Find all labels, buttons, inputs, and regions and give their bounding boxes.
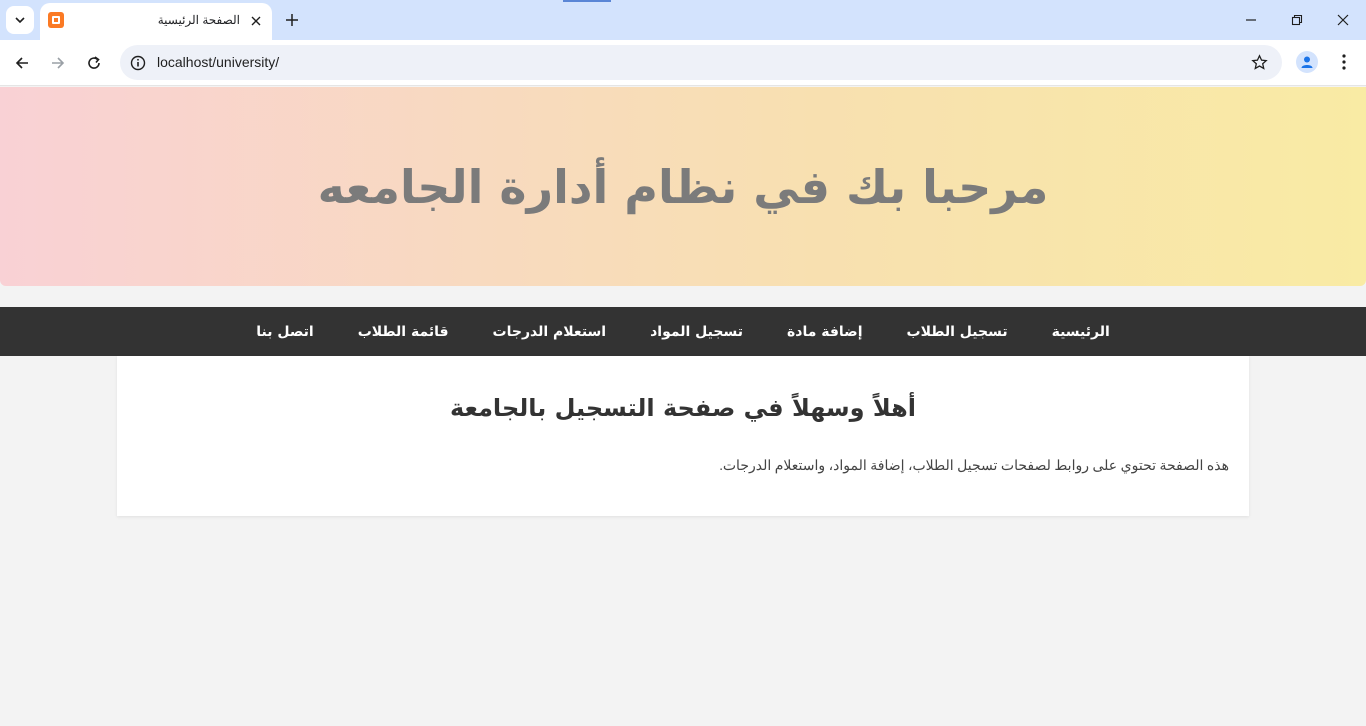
bookmark-star-icon[interactable] xyxy=(1251,54,1268,71)
url-text[interactable]: localhost/university/ xyxy=(157,54,279,70)
main-nav: الرئيسية تسجيل الطلاب إضافة مادة تسجيل ا… xyxy=(0,307,1366,356)
new-tab-button[interactable] xyxy=(280,8,304,32)
welcome-text: هذه الصفحة تحتوي على روابط لصفحات تسجيل … xyxy=(719,459,1229,474)
reload-button[interactable] xyxy=(82,51,106,75)
nav-contact[interactable]: اتصل بنا xyxy=(234,324,335,340)
tab-title: الصفحة الرئيسية xyxy=(157,13,240,27)
nav-home[interactable]: الرئيسية xyxy=(1030,324,1132,340)
hero-title: مرحبا بك في نظام أدارة الجامعه xyxy=(317,159,1049,214)
tab-strip: الصفحة الرئيسية xyxy=(0,0,1366,40)
close-icon xyxy=(251,16,261,26)
browser-menu-button[interactable] xyxy=(1334,52,1354,72)
restore-button[interactable] xyxy=(1285,8,1309,32)
nav-students-list[interactable]: قائمة الطلاب xyxy=(336,324,471,340)
kebab-menu-icon xyxy=(1342,54,1346,70)
tab-close-button[interactable] xyxy=(248,13,264,29)
profile-avatar[interactable] xyxy=(1296,51,1318,73)
welcome-card: أهلاً وسهلاً في صفحة التسجيل بالجامعة هذ… xyxy=(117,356,1249,516)
welcome-heading: أهلاً وسهلاً في صفحة التسجيل بالجامعة xyxy=(449,394,917,422)
xampp-favicon-icon xyxy=(48,12,64,28)
info-icon[interactable] xyxy=(130,55,146,71)
person-icon xyxy=(1301,56,1313,68)
browser-toolbar: localhost/university/ xyxy=(0,40,1366,86)
hero-banner: مرحبا بك في نظام أدارة الجامعه xyxy=(0,87,1366,286)
minimize-button[interactable] xyxy=(1239,8,1263,32)
close-icon xyxy=(1337,14,1349,26)
reload-icon xyxy=(88,56,100,69)
address-bar[interactable]: localhost/university/ xyxy=(120,45,1282,80)
back-button[interactable] xyxy=(10,51,34,75)
nav-add-course[interactable]: إضافة مادة xyxy=(765,324,885,340)
tab-indicator xyxy=(563,0,611,2)
nav-register-students[interactable]: تسجيل الطلاب xyxy=(885,324,1030,340)
restore-icon xyxy=(1291,14,1303,26)
close-window-button[interactable] xyxy=(1331,8,1355,32)
browser-tab[interactable]: الصفحة الرئيسية xyxy=(40,3,272,40)
minimize-icon xyxy=(1246,19,1256,21)
arrow-left-icon xyxy=(15,57,28,69)
plus-icon xyxy=(286,14,298,26)
forward-button[interactable] xyxy=(46,51,70,75)
nav-register-courses[interactable]: تسجيل المواد xyxy=(628,324,765,340)
arrow-right-icon xyxy=(52,57,65,69)
nav-grades-inquiry[interactable]: استعلام الدرجات xyxy=(471,324,629,340)
tab-search-button[interactable] xyxy=(6,6,34,34)
chevron-down-icon xyxy=(15,17,25,24)
page-body: مرحبا بك في نظام أدارة الجامعه الرئيسية … xyxy=(0,87,1366,726)
